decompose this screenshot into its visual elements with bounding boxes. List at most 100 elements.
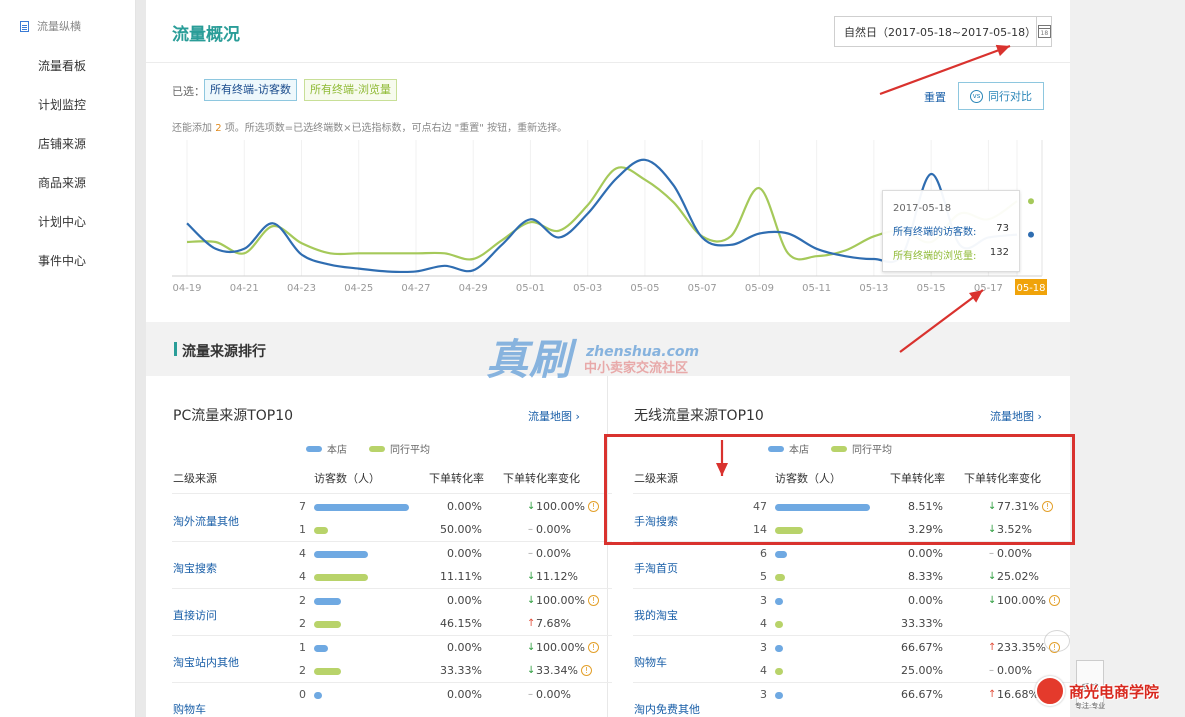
tooltip-date: 2017-05-18 [893, 203, 952, 214]
arrow-down-icon: ↓ [988, 571, 997, 582]
mobile-map-link-label: 流量地图 [990, 410, 1034, 423]
conversion-rate: 25.00% [901, 664, 943, 677]
visitor-count: 4 [760, 664, 767, 677]
row-divider [172, 682, 612, 683]
mobile-traffic-map-link[interactable]: 流量地图 › [990, 408, 1042, 424]
source-name[interactable]: 直接访问 [173, 607, 217, 623]
sidebar-item-traffic-board[interactable]: 流量看板 [38, 57, 86, 74]
conversion-rate: 0.00% [447, 594, 482, 607]
pc-legend: 本店 同行平均 [306, 441, 430, 456]
visitor-count: 3 [760, 641, 767, 654]
warning-icon[interactable]: ! [587, 642, 599, 653]
sidebar-item-product-source[interactable]: 商品来源 [38, 174, 86, 191]
peer-visitor-bar [314, 621, 341, 628]
sidebar-header[interactable]: 流量纵横 [20, 18, 81, 34]
peer-visitor-bar [314, 527, 328, 534]
wechat-icon [1044, 630, 1070, 652]
arrow-down-icon: ↓ [527, 571, 536, 582]
warning-icon[interactable]: ! [587, 501, 599, 512]
tag-visitors[interactable]: 所有终端-访客数 [204, 79, 297, 101]
peer-visitor-bar [314, 574, 368, 581]
change-value: 0.00% [997, 664, 1032, 677]
arrow-up-icon: ↑ [988, 689, 997, 700]
conversion-rate: 33.33% [440, 664, 482, 677]
pc-map-link-label: 流量地图 [528, 410, 572, 423]
conversion-rate: 50.00% [440, 523, 482, 536]
conversion-change: –0.00% [527, 547, 571, 560]
tag-pageviews[interactable]: 所有终端-浏览量 [304, 79, 397, 101]
conversion-change: ↓ 25.02% [988, 570, 1039, 583]
change-value: 0.00% [536, 523, 571, 536]
sidebar-item-event-center[interactable]: 事件中心 [38, 252, 86, 269]
own-visitor-bar [775, 598, 783, 605]
tooltip-label: 所有终端的访客数: [893, 227, 977, 238]
warning-icon[interactable]: ! [1048, 595, 1060, 606]
sidebar-header-label: 流量纵横 [37, 20, 81, 33]
academy-logo: 商光电商学院 专注·专业 [1035, 673, 1159, 710]
source-name[interactable]: 购物车 [634, 654, 667, 670]
logo-subtitle: 专注·专业 [1075, 702, 1106, 710]
visitor-count: 3 [760, 688, 767, 701]
source-name[interactable]: 淘外流量其他 [173, 513, 239, 529]
peer-visitor-bar [775, 621, 783, 628]
conversion-change: ↓ 100.00%! [988, 594, 1060, 607]
column-divider [607, 376, 608, 717]
row-divider [172, 541, 612, 542]
compare-icon: vs [970, 89, 983, 103]
tooltip-value: 132 [989, 247, 1009, 258]
row-divider [633, 682, 1073, 683]
watermark-logo: 真刷 [486, 335, 573, 384]
date-range-text: 自然日（2017-05-18~2017-05-18） [844, 25, 1037, 39]
source-name[interactable]: 购物车 [173, 701, 206, 717]
sidebar-item-plan-center[interactable]: 计划中心 [38, 213, 86, 230]
x-tick-label: 05-09 [745, 283, 774, 294]
conversion-rate: 33.33% [901, 617, 943, 630]
legend-own: 本店 [327, 445, 347, 456]
reset-link[interactable]: 重置 [924, 89, 946, 105]
conversion-rate: 11.11% [440, 570, 482, 583]
mobile-panel-title: 无线流量来源TOP10 [634, 408, 764, 424]
conversion-change: –0.00% [527, 688, 571, 701]
sidebar-item-plan-monitor[interactable]: 计划监控 [38, 96, 86, 113]
visitor-count: 4 [299, 570, 306, 583]
tooltip-value: 73 [996, 223, 1009, 234]
own-visitor-bar [775, 692, 783, 699]
source-name[interactable]: 手淘首页 [634, 560, 678, 576]
legend-swatch-own [306, 445, 322, 452]
visitor-count: 7 [299, 500, 306, 513]
peer-visitor-bar [775, 668, 783, 675]
date-range-picker[interactable]: 自然日（2017-05-18~2017-05-18） 18 [834, 16, 1052, 47]
series-end-point [1028, 198, 1034, 205]
source-name[interactable]: 我的淘宝 [634, 607, 678, 623]
warning-icon[interactable]: ! [587, 595, 599, 606]
source-name[interactable]: 淘宝搜索 [173, 560, 217, 576]
peer-visitor-bar [314, 668, 341, 675]
legend-peer: 同行平均 [390, 445, 430, 456]
visitor-count: 2 [299, 664, 306, 677]
own-visitor-bar [314, 551, 368, 558]
change-value: 33.34% [536, 664, 578, 677]
visitor-count: 2 [299, 617, 306, 630]
column-header: 下单转化率变化 [503, 472, 580, 485]
dash-icon: – [989, 548, 994, 559]
calendar-button[interactable]: 18 [1036, 17, 1051, 46]
source-name[interactable]: 淘宝站内其他 [173, 654, 239, 670]
pc-traffic-map-link[interactable]: 流量地图 › [528, 408, 580, 424]
change-value: 233.35% [997, 641, 1046, 654]
peer-compare-button[interactable]: vs 同行对比 [958, 82, 1044, 110]
x-tick-label: 05-05 [630, 283, 659, 294]
conversion-change: ↓ 100.00%! [527, 641, 599, 654]
conversion-change: –0.00% [988, 547, 1032, 560]
row-divider [633, 635, 1073, 636]
arrow-up-icon: ↑ [527, 618, 536, 629]
conversion-change: –0.00% [988, 664, 1032, 677]
sidebar-item-store-source[interactable]: 店铺来源 [38, 135, 86, 152]
own-visitor-bar [314, 645, 328, 652]
warning-icon[interactable]: ! [580, 665, 592, 676]
source-name[interactable]: 淘内免费其他 [634, 701, 700, 717]
own-visitor-bar [314, 692, 322, 699]
main-panel: 流量概况 自然日（2017-05-18~2017-05-18） 18 已选： 所… [146, 0, 1073, 717]
visitor-count: 6 [760, 547, 767, 560]
x-tick-label: 05-01 [516, 283, 545, 294]
series-end-point [1028, 231, 1034, 238]
